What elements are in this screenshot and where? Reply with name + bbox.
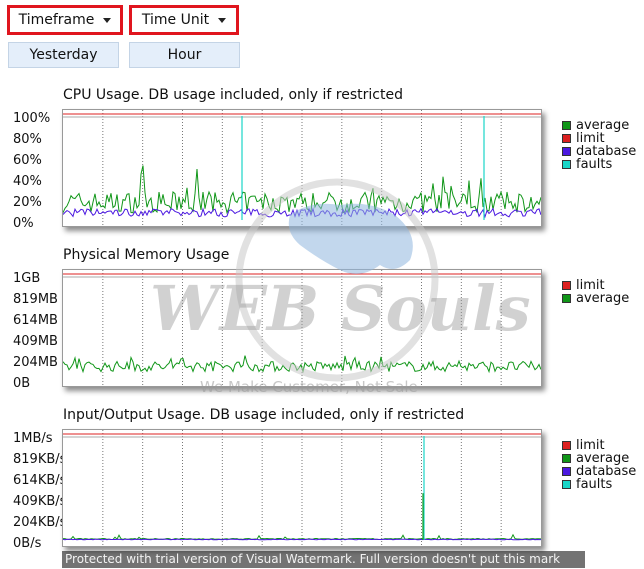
timeframe-dropdown[interactable]: Timeframe bbox=[7, 5, 123, 35]
limit-swatch-icon bbox=[562, 281, 571, 290]
memory-usage-plot bbox=[62, 269, 542, 387]
legend-item: faults bbox=[562, 158, 636, 171]
io-ytick: 819KB/s bbox=[13, 452, 67, 467]
plot2-svg bbox=[63, 430, 541, 546]
caret-down-icon bbox=[218, 17, 227, 23]
cpu-ytick: 60% bbox=[13, 153, 42, 168]
timeframe-label: Timeframe bbox=[18, 12, 95, 28]
timeframe-value[interactable]: Yesterday bbox=[8, 42, 119, 68]
memory-ytick: 0B bbox=[13, 376, 31, 391]
io-legend: limit average database faults bbox=[562, 439, 636, 491]
cpu-ytick: 80% bbox=[13, 132, 42, 147]
timeunit-dropdown[interactable]: Time Unit bbox=[129, 5, 239, 35]
io-chart-title: Input/Output Usage. DB usage included, o… bbox=[63, 407, 465, 423]
database-swatch-icon bbox=[562, 147, 571, 156]
cpu-ytick: 40% bbox=[13, 174, 42, 189]
legend-item: average bbox=[562, 292, 629, 305]
database-series-line bbox=[63, 538, 541, 541]
memory-chart-title: Physical Memory Usage bbox=[63, 247, 230, 263]
plot1-svg bbox=[63, 270, 541, 386]
cpu-chart-title: CPU Usage. DB usage included, only if re… bbox=[63, 87, 403, 103]
average-swatch-icon bbox=[562, 454, 571, 463]
plot0-svg bbox=[63, 110, 541, 226]
memory-ytick: 819MB bbox=[13, 292, 58, 307]
legend-label: average bbox=[576, 291, 630, 306]
timeunit-value[interactable]: Hour bbox=[129, 42, 240, 68]
average-swatch-icon bbox=[562, 121, 571, 130]
io-ytick: 409KB/s bbox=[13, 494, 67, 509]
memory-legend: limit average bbox=[562, 279, 629, 305]
average-series-line bbox=[63, 165, 541, 215]
io-ytick: 614KB/s bbox=[13, 473, 67, 488]
io-ytick: 1MB/s bbox=[13, 431, 53, 446]
cpu-usage-plot bbox=[62, 109, 542, 227]
timeunit-label: Time Unit bbox=[141, 12, 210, 28]
caret-down-icon bbox=[103, 17, 112, 23]
cpu-ytick: 20% bbox=[13, 195, 42, 210]
legend-label: faults bbox=[576, 157, 613, 172]
memory-ytick: 1GB bbox=[13, 271, 41, 286]
faults-swatch-icon bbox=[562, 160, 571, 169]
legend-item: faults bbox=[562, 478, 636, 491]
faults-swatch-icon bbox=[562, 480, 571, 489]
watermark-notice: Protected with trial version of Visual W… bbox=[62, 551, 585, 568]
memory-ytick: 614MB bbox=[13, 313, 58, 328]
limit-swatch-icon bbox=[562, 441, 571, 450]
io-ytick: 204KB/s bbox=[13, 515, 67, 530]
cpu-ytick: 100% bbox=[13, 111, 51, 126]
io-usage-plot bbox=[62, 429, 542, 547]
io-ytick: 0B/s bbox=[13, 536, 42, 551]
limit-swatch-icon bbox=[562, 134, 571, 143]
cpu-legend: average limit database faults bbox=[562, 119, 636, 171]
average-swatch-icon bbox=[562, 294, 571, 303]
database-swatch-icon bbox=[562, 467, 571, 476]
memory-ytick: 204MB bbox=[13, 355, 58, 370]
cpu-ytick: 0% bbox=[13, 216, 34, 231]
memory-ytick: 409MB bbox=[13, 334, 58, 349]
legend-label: faults bbox=[576, 477, 613, 492]
